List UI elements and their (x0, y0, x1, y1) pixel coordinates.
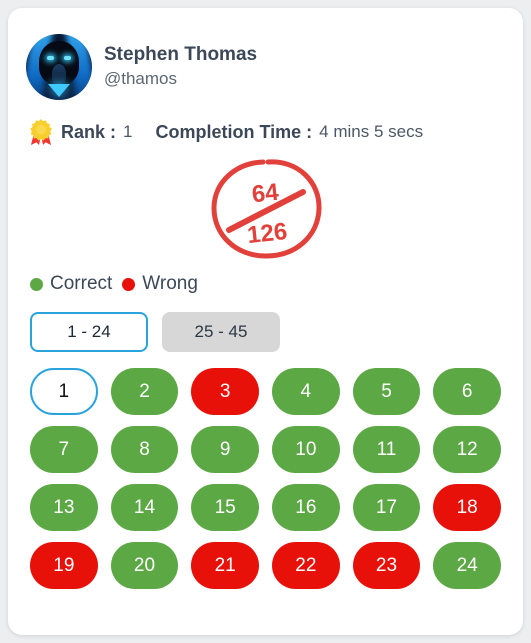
question-pill-9[interactable]: 9 (191, 426, 259, 473)
completion-time-label: Completion Time : (155, 121, 313, 142)
legend-item-wrong: Wrong (122, 273, 198, 295)
user-handle: @thamos (104, 69, 178, 89)
question-pill-7[interactable]: 7 (30, 426, 98, 473)
tab-range-1-24[interactable]: 1 - 24 (30, 312, 148, 352)
profile-names: Stephen Thomas @thamos (104, 44, 257, 89)
question-grid: 1 2 3 4 5 6 7 8 9 10 11 12 13 14 15 16 17 18 19 20 21 22 23 24 (26, 360, 505, 589)
question-pill-4[interactable]: 4 (271, 368, 340, 415)
green-dot-icon (30, 277, 43, 291)
result-card: Stephen Thomas @thamos Rank : 1 Completi… (8, 8, 523, 635)
avatar-triangle (48, 83, 70, 97)
question-pill-19[interactable]: 19 (30, 542, 98, 589)
rank-value: 1 (123, 122, 133, 141)
tab-range-25-45[interactable]: 25 - 45 (162, 312, 280, 352)
question-pill-14[interactable]: 14 (110, 484, 179, 531)
question-pill-24[interactable]: 24 (433, 542, 501, 589)
question-pill-18[interactable]: 18 (433, 484, 501, 531)
question-pill-20[interactable]: 20 (110, 542, 179, 589)
question-pill-10[interactable]: 10 (271, 426, 340, 473)
profile-header: Stephen Thomas @thamos (26, 24, 505, 110)
question-pill-3[interactable]: 3 (191, 368, 259, 415)
question-pill-1[interactable]: 1 (30, 368, 98, 415)
score-circle-graphic: 64 126 (210, 159, 322, 259)
avatar-eye-right (63, 55, 71, 60)
score-circle: 64 126 (26, 154, 505, 264)
question-pill-21[interactable]: 21 (191, 542, 259, 589)
stats-row: Rank : 1 Completion Time : 4 mins 5 secs (26, 110, 505, 154)
avatar-eye-left (47, 55, 55, 60)
question-pill-2[interactable]: 2 (110, 368, 179, 415)
question-pill-12[interactable]: 12 (433, 426, 501, 473)
range-tabs: 1 - 24 25 - 45 (26, 304, 505, 360)
completion-time-value: 4 mins 5 secs (319, 122, 424, 141)
red-dot-icon (122, 277, 136, 291)
display-name: Stephen Thomas (104, 44, 258, 66)
question-pill-8[interactable]: 8 (110, 426, 179, 473)
question-pill-11[interactable]: 11 (352, 426, 421, 473)
question-pill-16[interactable]: 16 (271, 484, 340, 531)
score-denominator: 126 (245, 218, 288, 249)
legend: Correct Wrong (26, 264, 505, 304)
page-background: Stephen Thomas @thamos Rank : 1 Completi… (0, 0, 531, 643)
legend-label-wrong: Wrong (142, 273, 198, 294)
question-pill-5[interactable]: 5 (352, 368, 421, 415)
question-pill-17[interactable]: 17 (352, 484, 421, 531)
score-numerator: 64 (250, 179, 280, 209)
legend-label-correct: Correct (50, 273, 113, 294)
question-pill-23[interactable]: 23 (352, 542, 421, 589)
question-pill-22[interactable]: 22 (271, 542, 340, 589)
question-pill-6[interactable]: 6 (433, 368, 501, 415)
question-pill-13[interactable]: 13 (30, 484, 98, 531)
rank-label: Rank : (61, 121, 117, 142)
award-ribbon-icon (28, 118, 54, 146)
avatar (26, 34, 92, 100)
question-pill-15[interactable]: 15 (191, 484, 259, 531)
avatar-hands (51, 64, 67, 85)
legend-item-correct: Correct (30, 273, 112, 295)
